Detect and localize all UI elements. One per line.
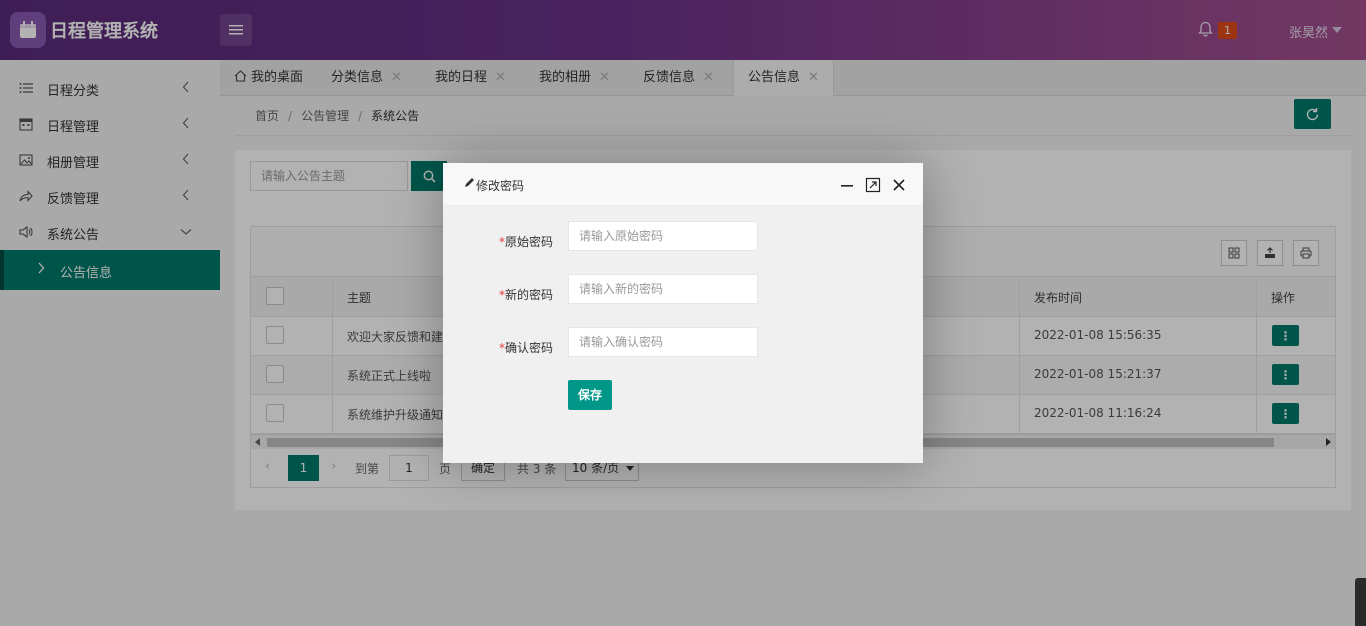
new-password-field[interactable]: 请输入新的密码 [568,274,758,304]
confirm-password-label: *确认密码 [499,341,554,355]
change-password-dialog: 修改密码 *原始密码 请输入原始密码 *新的密码 请输入新的密码 *确认密码 请… [443,163,923,463]
dialog-title: 修改密码 [476,179,525,193]
dialog-header: 修改密码 [443,163,923,206]
window-scroll-indicator [1355,578,1366,626]
minimize-icon[interactable] [839,177,855,193]
old-password-label: *原始密码 [499,235,554,249]
save-button[interactable]: 保存 [568,380,612,410]
confirm-password-field[interactable]: 请输入确认密码 [568,327,758,357]
old-password-field[interactable]: 请输入原始密码 [568,221,758,251]
maximize-icon[interactable] [865,177,881,193]
close-icon[interactable] [891,177,907,193]
new-password-label: *新的密码 [499,288,554,302]
pencil-icon [465,178,474,187]
